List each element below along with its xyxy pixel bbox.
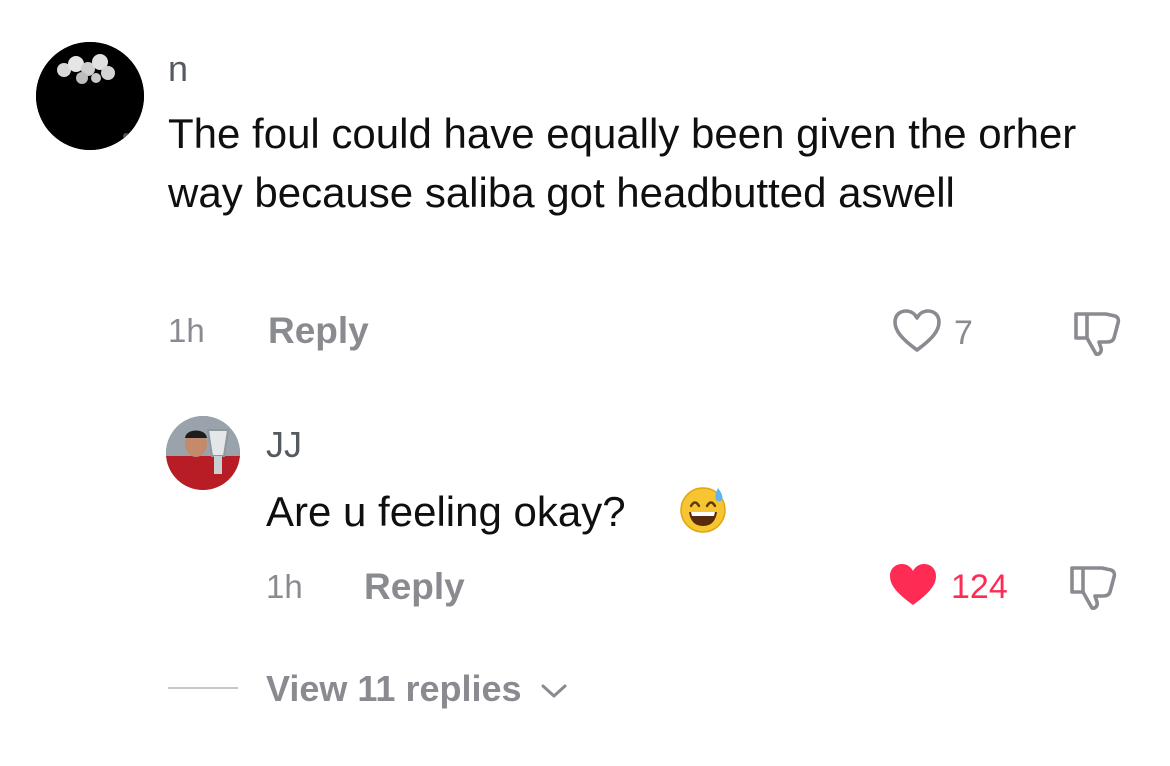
- heart-filled-icon[interactable]: [888, 562, 938, 608]
- avatar[interactable]: [36, 42, 144, 150]
- reply-avatar[interactable]: [166, 416, 240, 490]
- comment-timestamp: 1h: [168, 312, 205, 349]
- like-count: 7: [954, 314, 973, 352]
- grinning-sweat-emoji: [678, 484, 728, 534]
- view-replies-button[interactable]: View 11 replies: [266, 668, 522, 710]
- reply-timestamp: 1h: [266, 568, 303, 605]
- reply-like-count: 124: [951, 568, 1008, 606]
- comment-username[interactable]: n: [168, 48, 188, 90]
- reply-username[interactable]: JJ: [266, 424, 302, 466]
- thumbs-down-icon[interactable]: [1070, 308, 1122, 356]
- reply-reply-button[interactable]: Reply: [364, 566, 465, 608]
- comment-text: The foul could have equally been given t…: [168, 110, 1077, 216]
- chevron-down-icon[interactable]: [540, 682, 568, 700]
- heart-outline-icon[interactable]: [892, 308, 942, 354]
- reply-thumbs-down-icon[interactable]: [1066, 562, 1118, 610]
- replies-divider: [168, 687, 238, 689]
- reply-text: Are u feeling okay?: [266, 488, 626, 535]
- reply-button[interactable]: Reply: [268, 310, 369, 352]
